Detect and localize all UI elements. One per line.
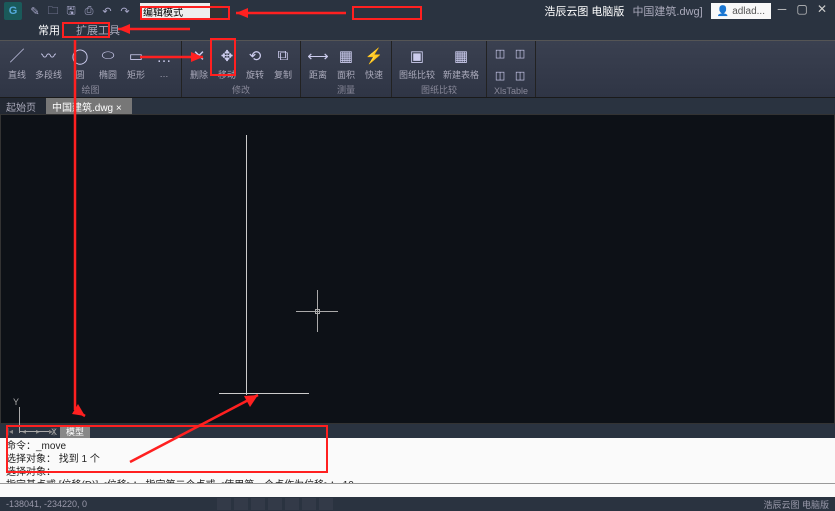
group-compare: ▣图纸比较▦新建表格 图纸比较 xyxy=(392,41,487,97)
copy-tool[interactable]: ⧉复制 xyxy=(270,44,296,83)
drawing-compare[interactable]: ▣图纸比较 xyxy=(396,44,438,83)
group-xls: ◫◫◫◫ XlsTable xyxy=(487,41,536,97)
quick-tool[interactable]: ⚡快速 xyxy=(361,44,387,83)
qat-new-icon[interactable]: ✎ xyxy=(28,4,42,18)
move-tool-icon: ✥ xyxy=(217,46,237,66)
search-go-button[interactable] xyxy=(210,3,222,19)
delete-tool-icon: ✕ xyxy=(189,46,209,66)
distance-tool-icon: ⟷ xyxy=(308,46,328,66)
layout-tab-model[interactable]: 模型 xyxy=(60,425,90,438)
delete-tool[interactable]: ✕删除 xyxy=(186,44,212,83)
file-name: 中国建筑.dwg] xyxy=(632,3,702,19)
rotate-tool[interactable]: ⟲旋转 xyxy=(242,44,268,83)
minimize-button[interactable]: ─ xyxy=(773,2,791,16)
tab-extension[interactable]: 扩展工具 xyxy=(68,20,128,40)
qat-print-icon[interactable]: ⎙ xyxy=(82,4,96,18)
line-tool-icon: ／ xyxy=(7,46,27,66)
close-tab-icon[interactable]: × xyxy=(116,103,122,114)
rotate-tool-icon: ⟲ xyxy=(245,46,265,66)
circle-tool-icon: ◯ xyxy=(70,46,90,66)
new-table[interactable]: ▦新建表格 xyxy=(440,44,482,83)
close-button[interactable]: ✕ xyxy=(813,2,831,16)
qat-redo-icon[interactable]: ↷ xyxy=(118,4,132,18)
area-tool-icon: ▦ xyxy=(336,46,356,66)
polyline-tool[interactable]: 〰多段线 xyxy=(32,44,65,83)
xls-3[interactable]: ◫ xyxy=(491,68,509,84)
xls-1[interactable]: ◫ xyxy=(491,45,509,61)
product-name: 浩辰云图 电脑版 xyxy=(540,3,628,19)
tab-common[interactable]: 常用 xyxy=(30,20,68,40)
more-draw-icon: … xyxy=(154,47,174,67)
drawn-line-horizontal xyxy=(219,393,309,394)
rectangle-tool[interactable]: ▭矩形 xyxy=(123,44,149,83)
line-tool[interactable]: ／直线 xyxy=(4,44,30,83)
new-table-icon: ▦ xyxy=(451,46,471,66)
user-menu[interactable]: 👤adlad... xyxy=(711,3,771,19)
qat-save-icon[interactable]: 🖫 xyxy=(64,4,78,18)
area-tool[interactable]: ▦面积 xyxy=(333,44,359,83)
drawing-canvas[interactable]: YX xyxy=(0,114,835,424)
quick-tool-icon: ⚡ xyxy=(364,46,384,66)
circle-tool[interactable]: ◯圆 xyxy=(67,44,93,83)
status-brand: 浩辰云图 电脑版 xyxy=(763,498,829,511)
rectangle-tool-icon: ▭ xyxy=(126,46,146,66)
move-tool[interactable]: ✥移动 xyxy=(214,44,240,83)
layout-first[interactable]: |◂ xyxy=(4,426,16,436)
more-draw[interactable]: …… xyxy=(151,45,177,81)
xls-2-icon: ◫ xyxy=(513,46,527,60)
drawn-line-vertical xyxy=(246,135,247,395)
xls-4[interactable]: ◫ xyxy=(511,68,529,84)
drawing-compare-icon: ▣ xyxy=(407,46,427,66)
copy-tool-icon: ⧉ xyxy=(273,46,293,66)
qat-open-icon[interactable]: 🗀 xyxy=(46,4,60,18)
doc-tab-start[interactable]: 起始页 xyxy=(0,98,46,115)
search-input[interactable] xyxy=(140,3,210,19)
xls-4-icon: ◫ xyxy=(513,69,527,83)
ellipse-tool[interactable]: ⬭椭圆 xyxy=(95,44,121,83)
app-logo[interactable]: G xyxy=(4,2,22,20)
command-history: 命令：_move 选择对象： 找到 1 个 选择对象： 指定基点或 [位移(D)… xyxy=(0,438,835,483)
pickbox xyxy=(315,309,320,314)
qat-undo-icon[interactable]: ↶ xyxy=(100,4,114,18)
maximize-button[interactable]: ▢ xyxy=(793,2,811,16)
command-input[interactable] xyxy=(0,483,835,497)
group-draw: ／直线〰多段线◯圆⬭椭圆▭矩形…… 绘图 xyxy=(0,41,182,97)
doc-tab-current[interactable]: 中国建筑.dwg × xyxy=(46,98,132,115)
distance-tool[interactable]: ⟷距离 xyxy=(305,44,331,83)
xls-1-icon: ◫ xyxy=(493,46,507,60)
ellipse-tool-icon: ⬭ xyxy=(98,46,118,66)
group-measure: ⟷距离▦面积⚡快速 测量 xyxy=(301,41,392,97)
group-modify: ✕删除✥移动⟲旋转⧉复制 修改 xyxy=(182,41,301,97)
status-coords: -138041, -234220, 0 xyxy=(6,499,87,509)
polyline-tool-icon: 〰 xyxy=(39,46,59,66)
xls-2[interactable]: ◫ xyxy=(511,45,529,61)
xls-3-icon: ◫ xyxy=(493,69,507,83)
